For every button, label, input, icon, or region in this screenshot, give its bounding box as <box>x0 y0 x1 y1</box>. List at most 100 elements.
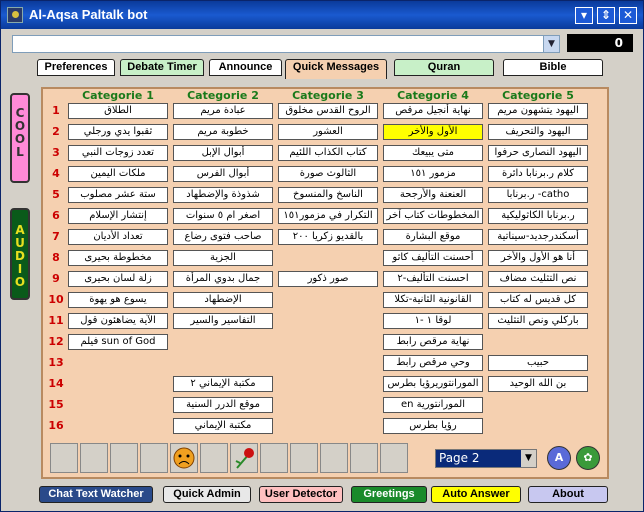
emoticon-slot[interactable] <box>200 443 228 473</box>
emoticon-slot[interactable] <box>140 443 168 473</box>
maximize-button[interactable]: ⇕ <box>597 7 615 24</box>
quick-message-button[interactable]: اليهود والتحريف <box>488 124 588 140</box>
quick-message-button[interactable]: احسنت التأليف-٢ <box>383 271 483 287</box>
quick-message-button[interactable]: موقع الدرر السنية <box>173 397 273 413</box>
greetings-button[interactable]: Greetings <box>351 486 427 503</box>
quick-message-button[interactable]: مخطوطة بحيرى <box>68 250 168 266</box>
tab-announce[interactable]: Announce <box>209 59 282 76</box>
quick-message-button[interactable]: ثقبوا يدي ورجلي <box>68 124 168 140</box>
quick-message-button[interactable]: أحسنت التأليف كاثو <box>383 250 483 266</box>
quick-message-button[interactable]: وحي مرقص رابط <box>383 355 483 371</box>
quick-message-button[interactable]: باركلي ونص التثليث <box>488 313 588 329</box>
emoticon-slot[interactable] <box>380 443 408 473</box>
emoticon-slot[interactable] <box>110 443 138 473</box>
quick-message-button[interactable]: الطلاق <box>68 103 168 119</box>
quick-message-button[interactable]: مكتبة الإيماني ٢ <box>173 376 273 392</box>
about-button[interactable]: About <box>528 486 608 503</box>
emoticon-slot[interactable] <box>320 443 348 473</box>
chat-text-watcher-button[interactable]: Chat Text Watcher <box>39 486 153 503</box>
tab-quick-messages[interactable]: Quick Messages <box>285 59 387 79</box>
quick-message-button[interactable]: أنا هو الأول والأخر <box>488 250 588 266</box>
quick-message-button[interactable]: لوقا ١ -١ <box>383 313 483 329</box>
tab-bible[interactable]: Bible <box>503 59 603 76</box>
quick-message-button[interactable]: كلام ر.برنابا دائرة <box>488 166 588 182</box>
quick-message-button[interactable]: نهاية أنجيل مرقص <box>383 103 483 119</box>
quick-message-button[interactable]: اليهود النصارى حرفوا <box>488 145 588 161</box>
quick-message-button[interactable]: صاحب فتوى رضاع <box>173 229 273 245</box>
quick-message-button[interactable]: اصغر ام ٥ سنوات <box>173 208 273 224</box>
cool-toggle[interactable]: COOL <box>10 93 30 183</box>
quick-message-button[interactable]: بن الله الوحيد <box>488 376 588 392</box>
quick-message-button[interactable]: يسوع هو يهوة <box>68 292 168 308</box>
add-icon[interactable]: A <box>547 446 571 470</box>
quick-message-button[interactable]: الآية يضاهئون قول <box>68 313 168 329</box>
emoticon-slot[interactable] <box>290 443 318 473</box>
quick-message-button[interactable]: اليهود يتشهون مريم <box>488 103 588 119</box>
quick-message-button[interactable]: جمال بدوي المرأة <box>173 271 273 287</box>
quick-message-button[interactable]: en المورانتورية <box>383 397 483 413</box>
quick-message-button[interactable]: الجزية <box>173 250 273 266</box>
quick-message-button[interactable]: موقع البشارة <box>383 229 483 245</box>
quick-message-button[interactable]: زلة لسان بحيرى <box>68 271 168 287</box>
quick-message-button[interactable]: بالقديو زكريا ٢٠٠ <box>278 229 378 245</box>
row-number: 16 <box>48 419 64 432</box>
quick-message-button[interactable]: رؤيا بطرس <box>383 418 483 434</box>
emoticon-slot[interactable] <box>350 443 378 473</box>
quick-message-button[interactable]: العنعنة والأرجحة <box>383 187 483 203</box>
tab-debate-timer[interactable]: Debate Timer <box>120 59 204 76</box>
minimize-button[interactable]: ▾ <box>575 7 593 24</box>
quick-message-button[interactable]: الناسخ والمنسوخ <box>278 187 378 203</box>
quick-message-button[interactable]: مكتبة الإيماني <box>173 418 273 434</box>
quick-message-button[interactable]: تعدد زوجات النبي <box>68 145 168 161</box>
quick-message-button[interactable]: متى يبيعك <box>383 145 483 161</box>
quick-message-button[interactable]: أبوال الإبل <box>173 145 273 161</box>
quick-message-button[interactable]: المخطوطات كتاب آخر <box>383 208 483 224</box>
emoticon-slot[interactable] <box>260 443 288 473</box>
quick-message-button[interactable]: تعداد الأديان <box>68 229 168 245</box>
quick-message-button[interactable]: ملكات اليمين <box>68 166 168 182</box>
chevron-down-icon[interactable]: ▼ <box>521 450 536 467</box>
quick-message-button[interactable]: الأول والأخر <box>383 124 483 140</box>
quick-message-button[interactable]: إنتشار الإسلام <box>68 208 168 224</box>
quick-message-button[interactable]: أسكندرجديد-سيناتية <box>488 229 588 245</box>
quick-message-button[interactable]: ر.برنابا الكاثوليكية <box>488 208 588 224</box>
quick-message-button[interactable]: حبيب <box>488 355 588 371</box>
tab-quran[interactable]: Quran <box>394 59 494 76</box>
auto-answer-button[interactable]: Auto Answer <box>431 486 521 503</box>
emoticon-slot[interactable] <box>80 443 108 473</box>
quick-message-button[interactable]: ستة عشر مصلوب <box>68 187 168 203</box>
message-combo[interactable]: ▼ <box>12 35 560 53</box>
quick-message-button[interactable]: كل قديس له كتاب <box>488 292 588 308</box>
quick-message-button[interactable]: التفاسير والسير <box>173 313 273 329</box>
chevron-down-icon[interactable]: ▼ <box>543 36 559 52</box>
quick-message-button[interactable]: التكرار في مزمور١٥١ <box>278 208 378 224</box>
quick-message-button[interactable]: نص التثليث مضاف <box>488 271 588 287</box>
quick-message-button[interactable]: شذوذة والإضطهاد <box>173 187 273 203</box>
quick-message-button[interactable]: الثالوث صورة <box>278 166 378 182</box>
quick-message-button[interactable]: خطوبة مريم <box>173 124 273 140</box>
audio-toggle[interactable]: AUDIO <box>10 208 30 300</box>
title-bar[interactable]: Al-Aqsa Paltalk bot ▾ ⇕ ✕ <box>1 1 643 29</box>
quick-message-button[interactable]: مزمور ١٥١ <box>383 166 483 182</box>
quick-message-button[interactable]: عبادة مريم <box>173 103 273 119</box>
close-button[interactable]: ✕ <box>619 7 637 24</box>
quick-admin-button[interactable]: Quick Admin <box>163 486 251 503</box>
quick-message-button[interactable]: الروح القدس مخلوق <box>278 103 378 119</box>
quick-message-button[interactable]: العشور <box>278 124 378 140</box>
quick-message-button[interactable]: صور ذكور <box>278 271 378 287</box>
user-detector-button[interactable]: User Detector <box>259 486 343 503</box>
page-select[interactable]: Page 2 ▼ <box>435 449 537 468</box>
quick-message-button[interactable]: نهاية مرقص رابط <box>383 334 483 350</box>
quick-message-button[interactable]: كتاب الكذاب اللئيم <box>278 145 378 161</box>
tab-preferences[interactable]: Preferences <box>37 59 115 76</box>
tools-icon[interactable]: ✿ <box>576 446 600 470</box>
quick-message-button[interactable]: فيلم sun of God <box>68 334 168 350</box>
quick-message-button[interactable]: أبوال الفرس <box>173 166 273 182</box>
quick-message-button[interactable]: القانونية الثانية-تكلا <box>383 292 483 308</box>
quick-message-button[interactable]: ر.برنابا -catho <box>488 187 588 203</box>
quick-message-button[interactable]: الإضطهاد <box>173 292 273 308</box>
emoticon-slot[interactable] <box>230 443 258 473</box>
quick-message-button[interactable]: المورانتوريرؤيا بطرس <box>383 376 483 392</box>
emoticon-slot[interactable] <box>170 443 198 473</box>
emoticon-slot[interactable] <box>50 443 78 473</box>
